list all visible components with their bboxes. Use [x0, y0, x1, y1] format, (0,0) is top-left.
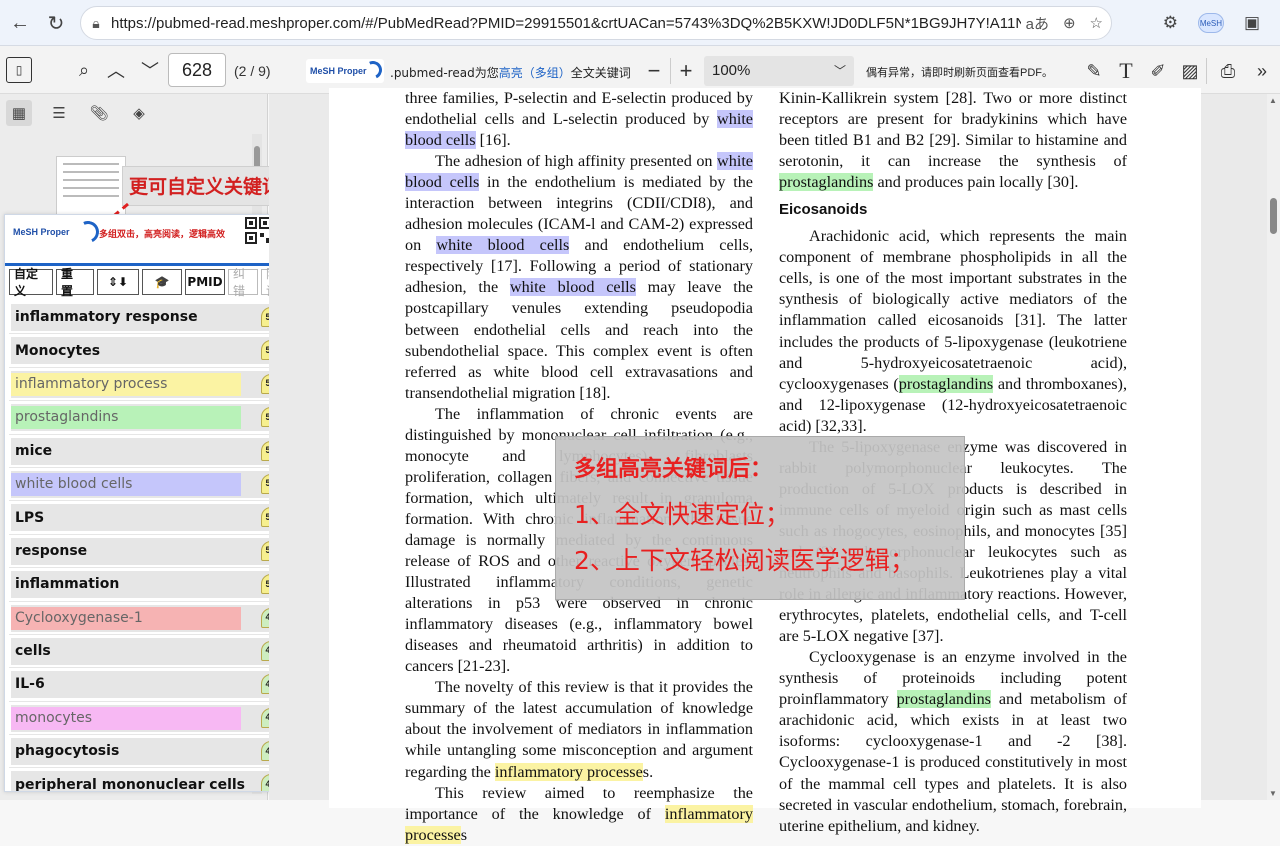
overlay-title: 多组高亮关键词后：	[574, 457, 773, 482]
mesh-button[interactable]: 纠错	[228, 267, 258, 298]
mesh-button[interactable]: ⇕⬇	[97, 269, 139, 295]
page-number-input[interactable]: 628	[168, 53, 226, 87]
keyword-row[interactable]: inflammatory response5★	[9, 301, 289, 335]
keyword-label: inflammatory process	[15, 375, 168, 392]
lock-icon: 🔒︎	[92, 14, 100, 31]
section-heading: Eicosanoids	[779, 201, 868, 219]
zoom-icon[interactable]: ⊕	[1063, 14, 1076, 32]
mesh-keyword-panel: MeSH Proper 多组双击，高亮阅读，逻辑高效 ⤡ 自定义重 置⇕⬇🎓PM…	[4, 214, 296, 792]
keyword-label: phagocytosis	[15, 743, 120, 760]
keyword-label: IL-6	[15, 676, 45, 693]
zoom-in-icon[interactable]: +	[672, 57, 700, 85]
keyword-label: prostaglandins	[15, 409, 119, 426]
mesh-button[interactable]: 🎓	[142, 269, 182, 295]
keyword-row[interactable]: IL-64★	[9, 668, 289, 702]
sidebar-toggle-icon[interactable]: ▯	[6, 57, 32, 83]
paragraph: three families, P-selectin and E-selecti…	[405, 89, 753, 150]
print-icon[interactable]: ⎙	[1214, 57, 1242, 85]
sidebar-icon[interactable]: ▣	[1244, 13, 1260, 33]
mesh-button[interactable]: 自定义	[9, 267, 53, 298]
extensions-icon[interactable]: ⚙	[1163, 13, 1178, 33]
url-text[interactable]: https://pubmed-read.meshproper.com/#/Pub…	[111, 15, 1021, 32]
page-count: (2 / 9)	[234, 63, 271, 79]
keyword-label: LPS	[15, 509, 45, 526]
zoom-out-icon[interactable]: −	[640, 57, 668, 85]
overlay-line-2: 2、上下文轻松阅读医学逻辑；	[574, 546, 915, 575]
mesh-slogan: 多组双击，高亮阅读，逻辑高效	[99, 230, 226, 240]
keyword-label: inflammatory response	[15, 309, 198, 326]
keyword-row[interactable]: mice5★	[9, 435, 289, 468]
browser-bar: ← ↻ 🔒︎ https://pubmed-read.meshproper.co…	[0, 0, 1280, 46]
text-icon[interactable]: T	[1112, 57, 1140, 85]
draw-icon[interactable]: ✐	[1144, 57, 1172, 85]
keyword-label: cells	[15, 643, 51, 660]
qr-code-icon[interactable]	[245, 217, 271, 245]
paragraph: The adhesion of high affinity presented …	[405, 152, 753, 402]
keyword-label: response	[15, 542, 88, 559]
paragraph: Kinin-Kallikrein system [28]. Two or mor…	[779, 89, 1127, 192]
zoom-select[interactable]: 100% ﹀	[704, 56, 854, 86]
next-page-icon[interactable]: ﹀	[136, 56, 164, 84]
keyword-label: Cyclooxygenase-1	[15, 609, 143, 626]
favorite-star-icon[interactable]: ☆	[1090, 14, 1103, 32]
paragraph: The novelty of this review is that it pr…	[405, 678, 753, 781]
more-tools-icon[interactable]: »	[1248, 57, 1276, 85]
paragraph: This review aimed to reemphasize the imp…	[405, 783, 753, 844]
overlay-line-1: 1、全文快速定位；	[574, 500, 790, 529]
keyword-list: inflammatory response5★Monocytes5★inflam…	[9, 301, 289, 792]
mesh-proper-logo: MeSH Proper	[306, 58, 385, 83]
mesh-button-row: 自定义重 置⇕⬇🎓PMID纠错隐词	[9, 267, 291, 298]
search-icon[interactable]: ⌕	[70, 56, 98, 84]
mesh-button[interactable]: 重 置	[56, 267, 94, 298]
keyword-label: mice	[15, 442, 53, 459]
mesh-button[interactable]: PMID	[185, 269, 225, 295]
layers-tab-icon[interactable]: ◈	[126, 100, 152, 126]
attachments-tab-icon[interactable]: 📎︎	[86, 100, 112, 126]
document-scrollbar[interactable]: ▲ ▼	[1267, 94, 1280, 800]
keyword-row[interactable]: monocytes4★	[9, 702, 289, 736]
keyword-label: white blood cells	[15, 476, 133, 493]
keyword-row[interactable]: prostaglandins5★	[9, 401, 289, 435]
address-bar[interactable]: 🔒︎ https://pubmed-read.meshproper.com/#/…	[80, 6, 1112, 40]
refresh-notice: 偶有异常，请即时刷新页面查看PDF。	[866, 67, 1053, 79]
mesh-extension-icon[interactable]: MeSH	[1197, 13, 1224, 33]
reload-icon[interactable]: ↻	[38, 5, 74, 41]
thumbnails-tab-icon[interactable]: ▦	[6, 100, 32, 126]
keyword-row[interactable]: Monocytes5★	[9, 334, 289, 368]
keyword-row[interactable]: Cyclooxygenase-14★	[9, 602, 289, 635]
keyword-row[interactable]: white blood cells5★	[9, 468, 289, 502]
keyword-row[interactable]: cells4★	[9, 635, 289, 669]
keyword-label: inflammation	[15, 576, 120, 593]
previous-page-icon[interactable]: ︿	[102, 56, 130, 84]
extension-hint: .pubmed-read为您高亮（多组）全文关键词	[390, 66, 631, 80]
outline-tab-icon[interactable]: ☰	[46, 100, 72, 126]
keyword-row[interactable]: LPS5★	[9, 501, 289, 535]
mesh-panel-logo: MeSH Proper	[13, 217, 103, 247]
keyword-row[interactable]: inflammation5★	[9, 568, 289, 602]
keyword-row[interactable]: peripheral mononuclear cells4★	[9, 768, 289, 792]
keyword-row[interactable]: phagocytosis4★	[9, 735, 289, 769]
keyword-row[interactable]: response5★	[9, 535, 289, 569]
keyword-label: Monocytes	[15, 342, 101, 359]
keyword-label: monocytes	[15, 709, 93, 726]
keyword-label: peripheral mononuclear cells	[15, 776, 245, 792]
paragraph: Cyclooxygenase is an enzyme involved in …	[779, 648, 1127, 835]
image-icon[interactable]: ▨	[1176, 57, 1204, 85]
read-aloud-icon[interactable]: aあ	[1026, 13, 1049, 34]
keyword-row[interactable]: inflammatory process5★	[9, 368, 289, 402]
back-icon[interactable]: ←	[2, 5, 38, 41]
paragraph: Arachidonic acid, which represents the m…	[779, 227, 1127, 435]
feature-overlay: 多组高亮关键词后： 1、全文快速定位； 2、上下文轻松阅读医学逻辑；	[555, 436, 965, 600]
highlight-icon[interactable]: ✎	[1080, 57, 1108, 85]
